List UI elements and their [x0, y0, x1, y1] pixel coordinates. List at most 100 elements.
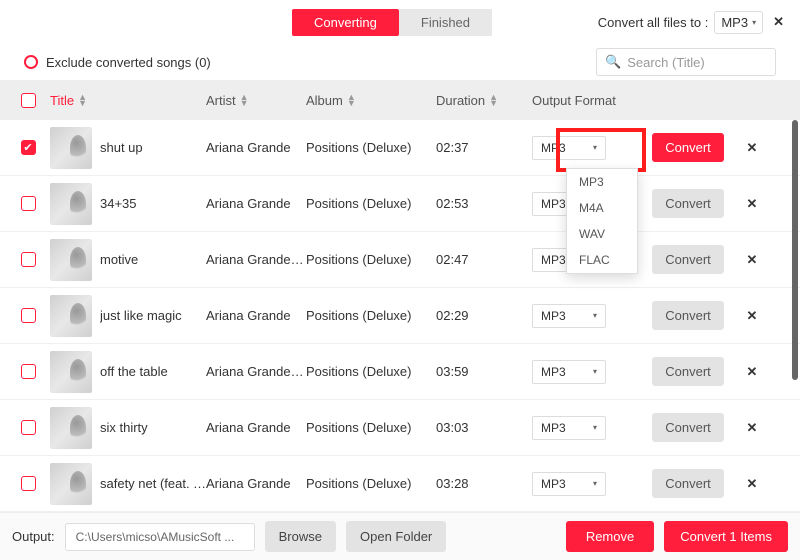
row-checkbox[interactable]	[21, 476, 36, 491]
title-cell: safety net (feat. Ty ...	[50, 463, 206, 505]
title-cell: shut up	[50, 127, 206, 169]
duration-cell: 03:28	[436, 476, 532, 491]
close-icon[interactable]: ✕	[769, 14, 788, 30]
caret-down-icon: ▾	[593, 143, 597, 152]
caret-down-icon: ▾	[593, 311, 597, 320]
format-option[interactable]: MP3	[567, 169, 637, 195]
remove-row-icon[interactable]: ✕	[732, 364, 772, 380]
album-art	[50, 463, 92, 505]
remove-row-icon[interactable]: ✕	[732, 140, 772, 156]
table-body: ✔shut upAriana GrandePositions (Deluxe)0…	[0, 120, 800, 515]
convert-button[interactable]: Convert	[652, 357, 724, 386]
duration-cell: 02:37	[436, 140, 532, 155]
top-bar: Converting Finished Convert all files to…	[0, 0, 800, 44]
col-duration[interactable]: Duration▲▼	[436, 93, 532, 108]
col-artist[interactable]: Artist▲▼	[206, 93, 306, 108]
convert-button[interactable]: Convert	[652, 245, 724, 274]
convert-items-button[interactable]: Convert 1 Items	[664, 521, 788, 552]
exclude-radio[interactable]	[24, 55, 38, 69]
remove-row-icon[interactable]: ✕	[732, 420, 772, 436]
title-cell: motive	[50, 239, 206, 281]
caret-down-icon: ▾	[593, 367, 597, 376]
convert-button[interactable]: Convert	[652, 301, 724, 330]
convert-button[interactable]: Convert	[652, 189, 724, 218]
tab-group: Converting Finished	[292, 9, 492, 36]
duration-cell: 02:47	[436, 252, 532, 267]
remove-row-icon[interactable]: ✕	[732, 252, 772, 268]
tab-converting[interactable]: Converting	[292, 9, 399, 36]
album-art	[50, 183, 92, 225]
format-option[interactable]: WAV	[567, 221, 637, 247]
table-header: Title▲▼ Artist▲▼ Album▲▼ Duration▲▼ Outp…	[0, 80, 800, 120]
remove-row-icon[interactable]: ✕	[732, 476, 772, 492]
row-checkbox[interactable]	[21, 308, 36, 323]
convert-all-select[interactable]: MP3 ▾	[714, 11, 763, 34]
table-row: ✔shut upAriana GrandePositions (Deluxe)0…	[0, 120, 800, 176]
convert-all-label: Convert all files to :	[598, 15, 709, 30]
sort-icon: ▲▼	[240, 94, 249, 106]
track-title: safety net (feat. Ty ...	[100, 476, 206, 491]
format-select[interactable]: MP3▾	[532, 416, 606, 440]
tab-finished[interactable]: Finished	[399, 9, 492, 36]
caret-down-icon: ▾	[593, 423, 597, 432]
track-title: 34+35	[100, 196, 137, 211]
row-checkbox[interactable]	[21, 196, 36, 211]
title-cell: six thirty	[50, 407, 206, 449]
open-folder-button[interactable]: Open Folder	[346, 521, 446, 552]
row-checkbox[interactable]	[21, 420, 36, 435]
scrollbar[interactable]	[792, 120, 798, 380]
artist-cell: Ariana Grande	[206, 308, 306, 323]
convert-all-group: Convert all files to : MP3 ▾ ✕	[598, 11, 788, 34]
table-row: safety net (feat. Ty ...Ariana GrandePos…	[0, 456, 800, 512]
table-row: off the tableAriana Grande & ...Position…	[0, 344, 800, 400]
format-select[interactable]: MP3▾	[532, 360, 606, 384]
row-checkbox[interactable]: ✔	[21, 140, 36, 155]
album-cell: Positions (Deluxe)	[306, 476, 436, 491]
footer-bar: Output: C:\Users\micso\AMusicSoft ... Br…	[0, 512, 800, 560]
col-album[interactable]: Album▲▼	[306, 93, 436, 108]
row-checkbox[interactable]	[21, 364, 36, 379]
exclude-label: Exclude converted songs (0)	[46, 55, 211, 70]
format-option[interactable]: M4A	[567, 195, 637, 221]
artist-cell: Ariana Grande	[206, 420, 306, 435]
convert-button[interactable]: Convert	[652, 133, 724, 162]
browse-button[interactable]: Browse	[265, 521, 336, 552]
caret-down-icon: ▾	[752, 18, 756, 27]
track-title: motive	[100, 252, 138, 267]
artist-cell: Ariana Grande	[206, 196, 306, 211]
convert-button[interactable]: Convert	[652, 469, 724, 498]
format-option[interactable]: FLAC	[567, 247, 637, 273]
remove-row-icon[interactable]: ✕	[732, 196, 772, 212]
remove-button[interactable]: Remove	[566, 521, 654, 552]
album-art	[50, 351, 92, 393]
artist-cell: Ariana Grande	[206, 476, 306, 491]
album-cell: Positions (Deluxe)	[306, 196, 436, 211]
row-checkbox[interactable]	[21, 252, 36, 267]
album-cell: Positions (Deluxe)	[306, 420, 436, 435]
duration-cell: 02:29	[436, 308, 532, 323]
album-art	[50, 407, 92, 449]
format-select[interactable]: MP3▾	[532, 472, 606, 496]
search-placeholder: Search (Title)	[627, 55, 705, 70]
format-dropdown: MP3 M4A WAV FLAC	[566, 168, 638, 274]
track-title: just like magic	[100, 308, 182, 323]
output-path[interactable]: C:\Users\micso\AMusicSoft ...	[65, 523, 255, 551]
album-art	[50, 295, 92, 337]
album-cell: Positions (Deluxe)	[306, 252, 436, 267]
track-title: shut up	[100, 140, 143, 155]
format-select[interactable]: MP3▾	[532, 136, 606, 160]
table-row: just like magic Ariana GrandePositions (D…	[0, 288, 800, 344]
album-cell: Positions (Deluxe)	[306, 140, 436, 155]
table-row: 34+35 Ariana GrandePositions (Deluxe)02:5…	[0, 176, 800, 232]
duration-cell: 02:53	[436, 196, 532, 211]
col-title[interactable]: Title▲▼	[50, 93, 206, 108]
title-cell: off the table	[50, 351, 206, 393]
title-cell: 34+35	[50, 183, 206, 225]
track-title: off the table	[100, 364, 168, 379]
checkbox-all[interactable]	[21, 93, 36, 108]
convert-button[interactable]: Convert	[652, 413, 724, 442]
album-cell: Positions (Deluxe)	[306, 308, 436, 323]
format-select[interactable]: MP3▾	[532, 304, 606, 328]
remove-row-icon[interactable]: ✕	[732, 308, 772, 324]
search-input[interactable]: 🔍 Search (Title)	[596, 48, 776, 76]
